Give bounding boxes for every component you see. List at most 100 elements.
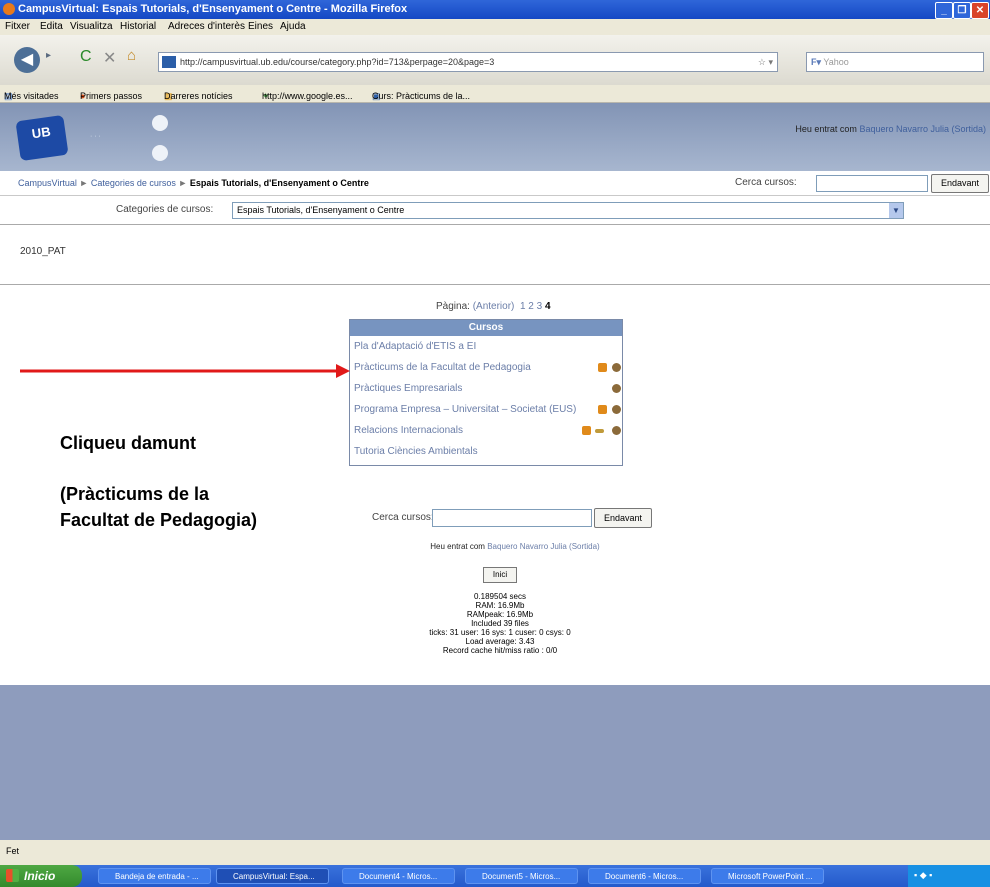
task-powerpoint[interactable]: Microsoft PowerPoint ...: [711, 868, 824, 884]
task-inbox[interactable]: Bandeja de entrada - ...: [98, 868, 211, 884]
book-icon[interactable]: [598, 363, 607, 372]
pagination-page[interactable]: 1: [520, 301, 526, 312]
course-row[interactable]: Pla d'Adaptació d'ETIS a EI: [350, 336, 622, 357]
home-icon[interactable]: ⌂: [127, 47, 136, 64]
menu-visualitza[interactable]: Visualitza: [70, 21, 113, 32]
subcategory-link[interactable]: 2010_PAT: [20, 246, 66, 257]
arrow-head: [336, 364, 350, 378]
tray-icon[interactable]: ▪ ◆ ▪: [914, 870, 932, 881]
header-circle-bottom: [152, 145, 168, 161]
header-search-button[interactable]: Endavant: [931, 174, 989, 193]
system-tray: ▪ ◆ ▪: [908, 865, 990, 887]
home-button[interactable]: Inici: [483, 567, 517, 583]
menu-adreces[interactable]: Adreces d'interès: [168, 21, 245, 32]
maximize-button[interactable]: ❐: [953, 2, 971, 19]
annotation-line3: Facultat de Pedagogia): [60, 510, 258, 530]
bottom-search-input[interactable]: [432, 509, 592, 527]
courses-table: Cursos Pla d'Adaptació d'ETIS a EI Pràct…: [349, 319, 623, 466]
menu-historial[interactable]: Historial: [120, 21, 156, 32]
course-link[interactable]: Pla d'Adaptació d'ETIS a EI: [354, 341, 476, 352]
windows-taskbar: Bandeja de entrada - ... CampusVirtual: …: [0, 865, 990, 887]
pagination-current: 4: [544, 301, 551, 312]
status-text: Fet: [6, 846, 20, 856]
ub-logo[interactable]: UB: [15, 114, 69, 162]
task-document4[interactable]: Document4 - Micros...: [342, 868, 455, 884]
course-link[interactable]: Pràctiques Empresarials: [354, 383, 462, 394]
header-search-input[interactable]: [816, 175, 928, 192]
menu-eines[interactable]: Eines: [248, 21, 273, 32]
perf-line: RAMpeak: 16.9Mb: [466, 610, 534, 619]
bottom-login-info: Heu entrat com Baquero Navarro Julia (So…: [400, 542, 630, 551]
bottom-login-user-link[interactable]: Baquero Navarro Julia (Sortida): [487, 542, 600, 551]
url-bar[interactable]: http://campusvirtual.ub.edu/course/categ…: [158, 52, 778, 72]
task-campusvirtual[interactable]: CampusVirtual: Espa...: [216, 868, 329, 884]
window-titlebar: CampusVirtual: Espais Tutorials, d'Ensen…: [0, 0, 990, 19]
breadcrumb-separator: ►: [79, 178, 89, 188]
bookmarks-bar: ▤ Més visitades ● Primers passos ▦ Darre…: [0, 85, 990, 103]
info-icon[interactable]: [612, 384, 621, 393]
annotation-line1: Cliqueu damunt: [60, 433, 196, 453]
site-footer: [0, 685, 990, 840]
book-icon[interactable]: [582, 426, 591, 435]
bookmark-star-icon[interactable]: ☆ ▾: [758, 53, 773, 71]
login-user-link[interactable]: Baquero Navarro Julia (Sortida): [859, 124, 986, 134]
perf-line: ticks: 31 user: 16 sys: 1 cuser: 0 csys:…: [429, 628, 571, 637]
menu-fitxer[interactable]: Fitxer: [5, 21, 30, 32]
minimize-button[interactable]: _: [935, 2, 953, 19]
header-decoration: · · ·: [90, 133, 101, 140]
info-icon[interactable]: [612, 426, 621, 435]
course-link[interactable]: Programa Empresa – Universitat – Societa…: [354, 404, 576, 415]
breadcrumb-separator: ►: [178, 178, 188, 188]
forward-icon[interactable]: ▸: [46, 50, 51, 61]
category-label: Categories de cursos:: [116, 204, 214, 215]
breadcrumb-current: Espais Tutorials, d'Ensenyament o Centre: [189, 178, 369, 188]
perf-line: Load average: 3.43: [465, 637, 535, 646]
perf-line: Included 39 files: [471, 619, 529, 628]
menu-ajuda[interactable]: Ajuda: [280, 21, 306, 32]
header-circle-top: [152, 115, 168, 131]
pagination-label: Pàgina:: [436, 301, 470, 312]
annotation-line2: (Pràcticums de la: [60, 484, 210, 504]
course-row[interactable]: Relacions Internacionals: [350, 420, 622, 441]
pagination-page[interactable]: 3: [537, 301, 543, 312]
search-engine-icon[interactable]: F▾: [807, 57, 821, 67]
url-text: http://campusvirtual.ub.edu/course/categ…: [180, 57, 495, 67]
perf-line: RAM: 16.9Mb: [475, 601, 525, 610]
task-document6[interactable]: Document6 - Micros...: [588, 868, 701, 884]
course-row[interactable]: Programa Empresa – Universitat – Societa…: [350, 399, 622, 420]
reload-icon[interactable]: C: [80, 48, 92, 66]
course-row-practicums[interactable]: Pràcticums de la Facultat de Pedagogia: [350, 357, 622, 378]
course-link[interactable]: Tutoria Ciències Ambientals: [354, 446, 478, 457]
pagination: Pàgina: (Anterior) 1 2 3 4: [436, 301, 551, 312]
bottom-search-button[interactable]: Endavant: [594, 508, 652, 528]
course-row[interactable]: Pràctiques Empresarials: [350, 378, 622, 399]
breadcrumb-campus-link[interactable]: CampusVirtual: [18, 178, 77, 188]
breadcrumb-categories-link[interactable]: Categories de cursos: [91, 178, 176, 188]
info-icon[interactable]: [612, 405, 621, 414]
login-info-label: Heu entrat com: [795, 124, 857, 134]
task-document5[interactable]: Document5 - Micros...: [465, 868, 578, 884]
courses-header: Cursos: [350, 320, 622, 336]
web-search-box[interactable]: F▾ Yahoo: [806, 52, 984, 72]
annotation-arrow: [20, 364, 350, 378]
info-icon[interactable]: [612, 363, 621, 372]
book-icon[interactable]: [598, 405, 607, 414]
menu-edita[interactable]: Edita: [40, 21, 63, 32]
stop-icon[interactable]: ✕: [103, 48, 116, 68]
course-row[interactable]: Tutoria Ciències Ambientals: [350, 441, 622, 462]
course-link-practicums[interactable]: Pràcticums de la Facultat de Pedagogia: [354, 362, 531, 373]
pagination-prev[interactable]: (Anterior): [473, 301, 515, 312]
perf-line: Record cache hit/miss ratio : 0/0: [442, 646, 558, 655]
chevron-down-icon[interactable]: ▼: [889, 203, 903, 218]
start-button[interactable]: Inicio: [0, 865, 82, 887]
pagination-page[interactable]: 2: [528, 301, 534, 312]
course-link[interactable]: Relacions Internacionals: [354, 425, 463, 436]
close-button[interactable]: ✕: [971, 2, 989, 19]
bottom-search-label: Cerca cursos:: [372, 512, 434, 523]
browser-status-bar: Fet: [0, 840, 990, 865]
performance-info: 0.189504 secs RAM: 16.9Mb RAMpeak: 16.9M…: [420, 592, 580, 655]
category-select-value: Espais Tutorials, d'Ensenyament o Centre: [237, 205, 405, 215]
key-icon[interactable]: [595, 429, 604, 433]
category-select[interactable]: Espais Tutorials, d'Ensenyament o Centre…: [232, 202, 904, 219]
back-icon[interactable]: ◀: [14, 47, 40, 73]
